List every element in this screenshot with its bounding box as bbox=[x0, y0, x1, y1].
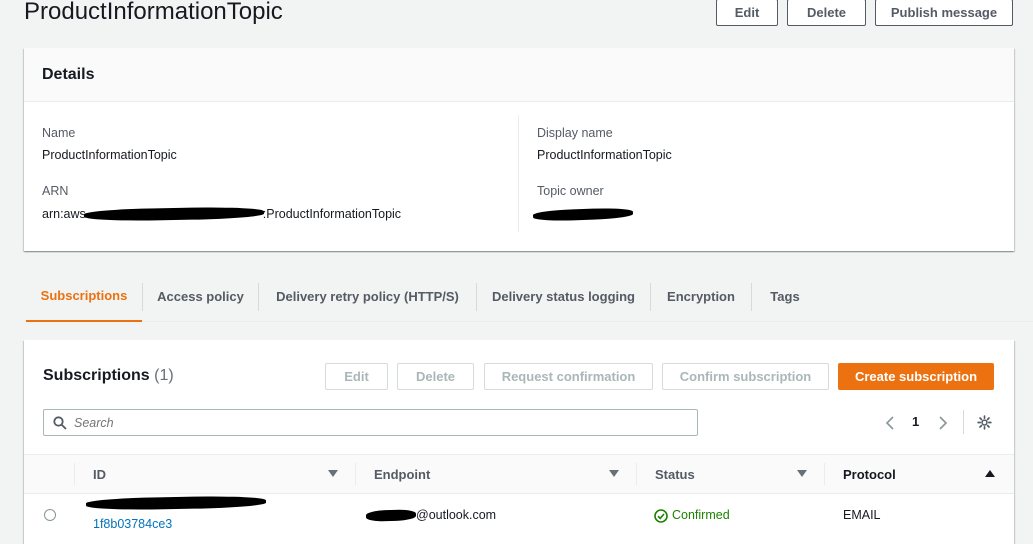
column-divider bbox=[355, 463, 356, 485]
status-badge: Confirmed bbox=[672, 508, 730, 522]
column-divider bbox=[824, 463, 825, 485]
sort-down-icon[interactable] bbox=[609, 470, 619, 478]
subscriptions-count: (1) bbox=[154, 367, 174, 384]
details-heading: Details bbox=[42, 65, 95, 83]
gear-icon[interactable] bbox=[977, 415, 992, 430]
tab-access-policy[interactable]: Access policy bbox=[143, 270, 258, 322]
endpoint-value: @outlook.com bbox=[416, 508, 497, 522]
page-title: ProductInformationTopic bbox=[24, 0, 283, 25]
topic-tabs: Subscriptions Access policy Delivery ret… bbox=[24, 270, 1033, 322]
subscription-id-link[interactable]: 1f8b03784ce3 bbox=[93, 517, 172, 531]
page-header: ProductInformationTopic Edit Delete Publ… bbox=[0, 0, 1033, 48]
redaction-endpoint bbox=[365, 509, 417, 522]
details-panel: Details Name ProductInformationTopic ARN… bbox=[24, 48, 1014, 251]
column-header-id[interactable]: ID bbox=[93, 455, 106, 493]
table-header: ID Endpoint Status Protocol bbox=[24, 454, 1014, 494]
edit-subscription-button[interactable]: Edit bbox=[325, 363, 388, 390]
delete-subscription-button[interactable]: Delete bbox=[397, 363, 474, 390]
tab-delivery-retry-policy[interactable]: Delivery retry policy (HTTP/S) bbox=[259, 270, 476, 322]
column-divider bbox=[636, 463, 637, 485]
display-name-value: ProductInformationTopic bbox=[537, 148, 672, 162]
edit-topic-button[interactable]: Edit bbox=[716, 0, 778, 26]
tab-encryption[interactable]: Encryption bbox=[651, 270, 751, 322]
tab-delivery-status-logging[interactable]: Delivery status logging bbox=[477, 270, 650, 322]
details-header: Details bbox=[24, 48, 1014, 102]
publish-message-button[interactable]: Publish message bbox=[875, 0, 1013, 26]
search-field[interactable] bbox=[43, 409, 698, 436]
subscriptions-title: Subscriptions (1) bbox=[43, 367, 174, 385]
subscriptions-panel: Subscriptions (1) Edit Delete Request co… bbox=[24, 340, 1014, 544]
request-confirmation-button[interactable]: Request confirmation bbox=[484, 363, 653, 390]
topic-owner-label: Topic owner bbox=[537, 184, 604, 198]
delete-topic-button[interactable]: Delete bbox=[787, 0, 866, 26]
column-header-endpoint[interactable]: Endpoint bbox=[374, 455, 430, 493]
search-icon bbox=[53, 416, 67, 430]
arn-prefix: arn:aws bbox=[42, 207, 86, 221]
display-name-label: Display name bbox=[537, 126, 613, 140]
column-divider bbox=[74, 463, 75, 485]
confirm-subscription-button[interactable]: Confirm subscription bbox=[662, 363, 829, 390]
column-header-protocol[interactable]: Protocol bbox=[843, 455, 896, 493]
arn-suffix: :ProductInformationTopic bbox=[262, 207, 402, 221]
name-value: ProductInformationTopic bbox=[42, 148, 177, 162]
create-subscription-button[interactable]: Create subscription bbox=[838, 363, 994, 390]
tab-tags[interactable]: Tags bbox=[752, 270, 818, 322]
column-divider bbox=[518, 115, 519, 232]
pager-divider bbox=[963, 410, 964, 434]
sort-down-icon[interactable] bbox=[328, 470, 338, 478]
chevron-right-icon[interactable] bbox=[938, 415, 948, 431]
column-header-status[interactable]: Status bbox=[655, 455, 695, 493]
sort-down-icon[interactable] bbox=[797, 470, 807, 478]
page-number[interactable]: 1 bbox=[912, 414, 919, 429]
redaction-topic-owner bbox=[532, 207, 634, 222]
sort-up-icon[interactable] bbox=[985, 470, 995, 478]
check-circle-icon bbox=[654, 509, 668, 523]
redaction-id bbox=[85, 495, 267, 511]
subscriptions-heading: Subscriptions bbox=[43, 367, 150, 384]
protocol-value: EMAIL bbox=[843, 508, 881, 522]
tab-subscriptions[interactable]: Subscriptions bbox=[26, 270, 142, 322]
row-radio[interactable] bbox=[44, 509, 56, 521]
chevron-left-icon[interactable] bbox=[885, 415, 895, 431]
name-label: Name bbox=[42, 126, 76, 140]
search-input[interactable] bbox=[74, 414, 674, 432]
arn-label: ARN bbox=[42, 184, 69, 198]
